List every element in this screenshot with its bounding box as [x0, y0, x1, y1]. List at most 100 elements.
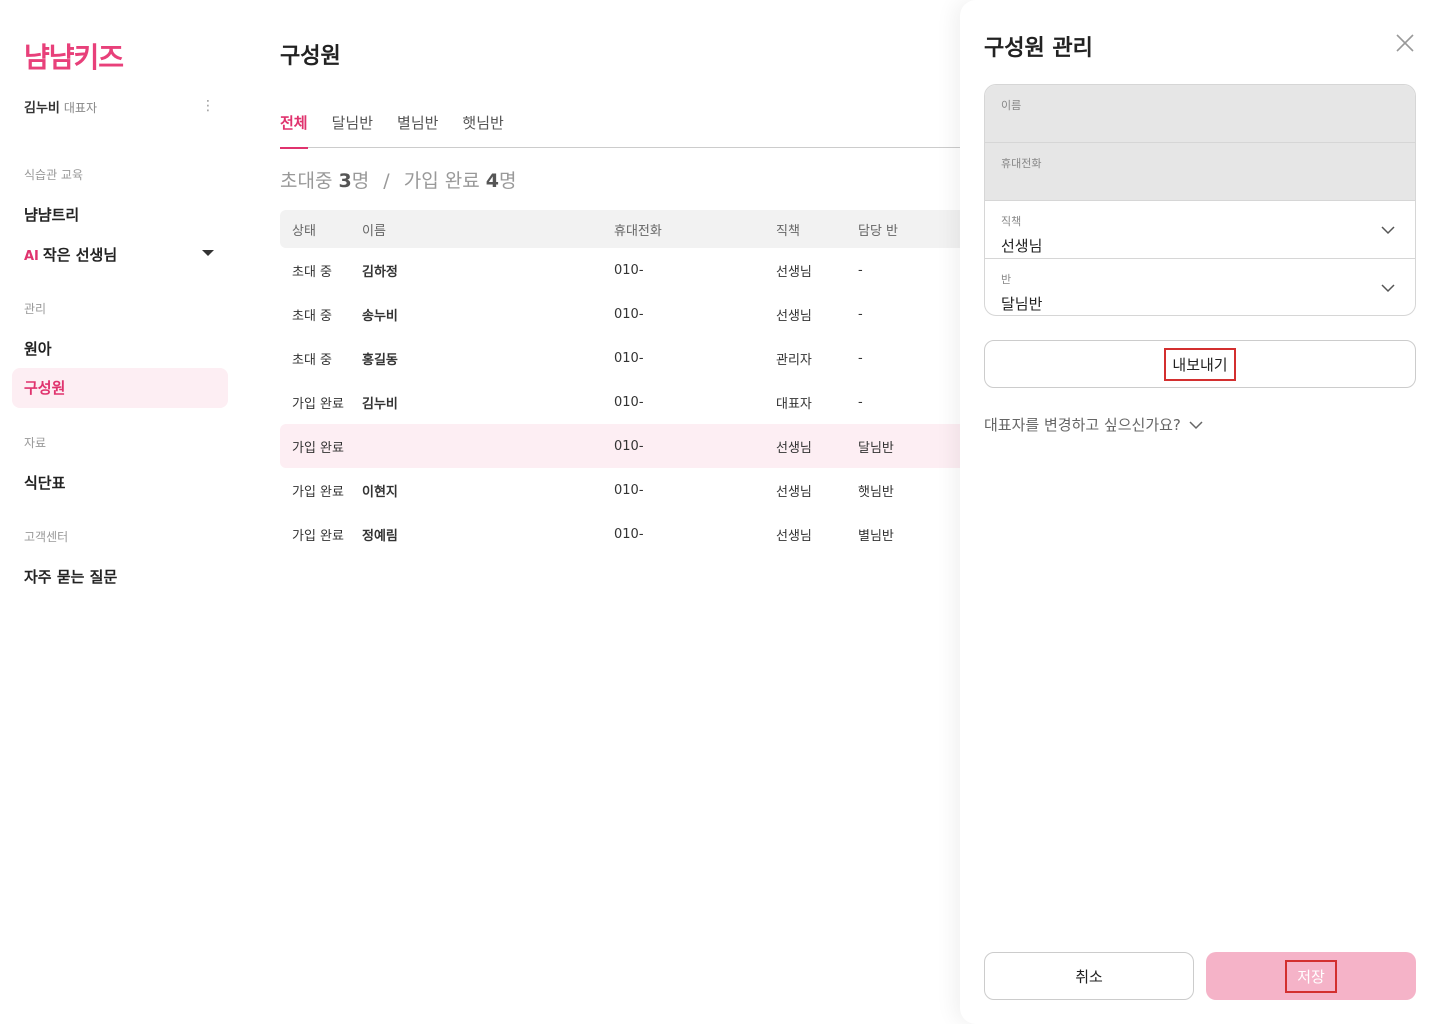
user-name: 김누비 — [24, 100, 60, 116]
panel-title: 구성원 관리 — [984, 36, 1093, 61]
save-button[interactable]: 저장 — [1206, 952, 1416, 1000]
member-summary: 초대중 3명 / 가입 완료 4명 — [280, 166, 516, 193]
cell-phone: 010- — [614, 350, 644, 366]
table-row[interactable]: 가입 완료 이현지 010- 선생님 햇님반 — [280, 468, 960, 512]
cell-class: 햇님반 — [858, 484, 894, 500]
cell-status: 가입 완료 — [292, 484, 344, 500]
class-select[interactable]: 반 달님반 — [985, 259, 1415, 315]
more-options-icon[interactable]: ⋮ — [200, 98, 216, 114]
cell-status: 초대 중 — [292, 352, 333, 368]
cell-phone: 010- — [614, 438, 644, 454]
phone-field-label: 휴대전화 — [1001, 157, 1042, 170]
nav-section-title: 관리 — [24, 302, 47, 316]
export-button[interactable]: 내보내기 — [984, 340, 1416, 388]
cell-phone: 010- — [614, 394, 644, 410]
name-field: 이름 — [985, 85, 1415, 143]
user-info: 김누비 대표자 — [24, 97, 97, 116]
chevron-down-icon — [1189, 420, 1203, 429]
cell-role: 선생님 — [776, 264, 812, 280]
joined-count: 4 — [485, 170, 499, 192]
page-title: 구성원 — [280, 44, 341, 69]
tab-all[interactable]: 전체 — [280, 112, 308, 149]
cell-role: 선생님 — [776, 528, 812, 544]
cell-phone: 010- — [614, 306, 644, 322]
cell-class: - — [858, 394, 863, 410]
user-role: 대표자 — [63, 100, 98, 115]
joined-label: 가입 완료 — [403, 170, 480, 192]
role-select-label: 직책 — [1001, 215, 1022, 228]
sidebar-item-nyam-tree[interactable]: 냠냠트리 — [24, 204, 79, 225]
cell-name: 김누비 — [362, 396, 398, 412]
cell-class: - — [858, 350, 863, 366]
tab-bar: 전체 달님반 별님반 햇님반 — [280, 112, 960, 149]
name-field-label: 이름 — [1001, 99, 1022, 112]
table-row[interactable]: 초대 중 송누비 010- 선생님 - — [280, 292, 960, 336]
caret-down-icon[interactable] — [202, 250, 214, 256]
cell-phone: 010- — [614, 526, 644, 542]
table-row[interactable]: 가입 완료 정예림 010- 선생님 별님반 — [280, 512, 960, 556]
tab-star-class[interactable]: 별님반 — [397, 112, 438, 148]
cell-role: 선생님 — [776, 484, 812, 500]
phone-field: 휴대전화 — [985, 143, 1415, 201]
chevron-down-icon — [1381, 226, 1395, 235]
table-row[interactable]: 초대 중 홍길동 010- 관리자 - — [280, 336, 960, 380]
chevron-down-icon — [1381, 284, 1395, 293]
table-row[interactable]: 초대 중 김하정 010- 선생님 - — [280, 248, 960, 292]
cell-status: 가입 완료 — [292, 440, 344, 456]
tab-sun-class[interactable]: 햇님반 — [462, 112, 503, 148]
cell-class: 별님반 — [858, 528, 894, 544]
save-button-label: 저장 — [1285, 959, 1337, 993]
sidebar-item-small-teacher[interactable]: AI 작은 선생님 — [24, 244, 117, 265]
role-select-value: 선생님 — [1001, 237, 1043, 255]
table-row-selected[interactable]: 가입 완료 010- 선생님 달님반 — [280, 424, 960, 468]
sidebar-item-members[interactable]: 구성원 — [12, 368, 228, 408]
cell-role: 관리자 — [776, 352, 812, 368]
table-header: 상태 이름 휴대전화 직책 담당 반 — [280, 210, 960, 248]
nav-section-title: 식습관 교육 — [24, 168, 84, 182]
cell-status: 가입 완료 — [292, 396, 344, 412]
role-select[interactable]: 직책 선생님 — [985, 201, 1415, 259]
sidebar-item-children[interactable]: 원아 — [24, 338, 52, 359]
class-select-value: 달님반 — [1001, 295, 1043, 313]
cell-status: 가입 완료 — [292, 528, 344, 544]
header-name: 이름 — [362, 223, 386, 239]
invited-unit: 명 — [351, 170, 370, 192]
sidebar-item-menu[interactable]: 식단표 — [24, 472, 65, 493]
cell-name: 이현지 — [362, 484, 398, 500]
header-class: 담당 반 — [858, 223, 899, 239]
cell-status: 초대 중 — [292, 264, 333, 280]
cell-role: 선생님 — [776, 308, 812, 324]
cell-name: 홍길동 — [362, 352, 398, 368]
members-table: 상태 이름 휴대전화 직책 담당 반 초대 중 김하정 010- 선생님 - 초… — [280, 210, 960, 556]
invited-label: 초대중 — [280, 170, 333, 192]
invited-count: 3 — [338, 170, 352, 192]
sidebar: 냠냠키즈 김누비 대표자 ⋮ 식습관 교육 냠냠트리 AI 작은 선생님 관리 원아… — [0, 0, 240, 1024]
nav-section-title: 고객센터 — [24, 530, 69, 544]
cell-name: 정예림 — [362, 528, 398, 544]
cell-phone: 010- — [614, 262, 644, 278]
table-row[interactable]: 가입 완료 김누비 010- 대표자 - — [280, 380, 960, 424]
tab-moon-class[interactable]: 달님반 — [332, 112, 373, 148]
member-management-panel: 구성원 관리 이름 휴대전화 직책 선생님 반 달님반 내보내기 대표자를 변경… — [960, 0, 1440, 1024]
close-icon[interactable] — [1394, 32, 1416, 54]
joined-unit: 명 — [498, 170, 517, 192]
member-form: 이름 휴대전화 직책 선생님 반 달님반 — [984, 84, 1416, 316]
change-representative-label: 대표자를 변경하고 싶으신가요? — [984, 416, 1181, 434]
class-select-label: 반 — [1001, 273, 1012, 286]
ai-badge: AI — [24, 249, 39, 264]
export-button-label: 내보내기 — [1164, 347, 1236, 381]
header-phone: 휴대전화 — [614, 223, 662, 239]
cell-role: 선생님 — [776, 440, 812, 456]
cancel-button[interactable]: 취소 — [984, 952, 1194, 1000]
cell-name: 김하정 — [362, 264, 398, 280]
sidebar-item-label: 작은 선생님 — [42, 246, 118, 264]
nav-section-title: 자료 — [24, 436, 47, 450]
brand-logo[interactable]: 냠냠키즈 — [24, 36, 124, 76]
change-representative-toggle[interactable]: 대표자를 변경하고 싶으신가요? — [984, 414, 1203, 435]
summary-separator: / — [383, 170, 390, 192]
sidebar-item-faq[interactable]: 자주 묻는 질문 — [24, 566, 117, 587]
cell-class: - — [858, 262, 863, 278]
cell-name: 송누비 — [362, 308, 398, 324]
cell-status: 초대 중 — [292, 308, 333, 324]
cell-role: 대표자 — [776, 396, 812, 412]
